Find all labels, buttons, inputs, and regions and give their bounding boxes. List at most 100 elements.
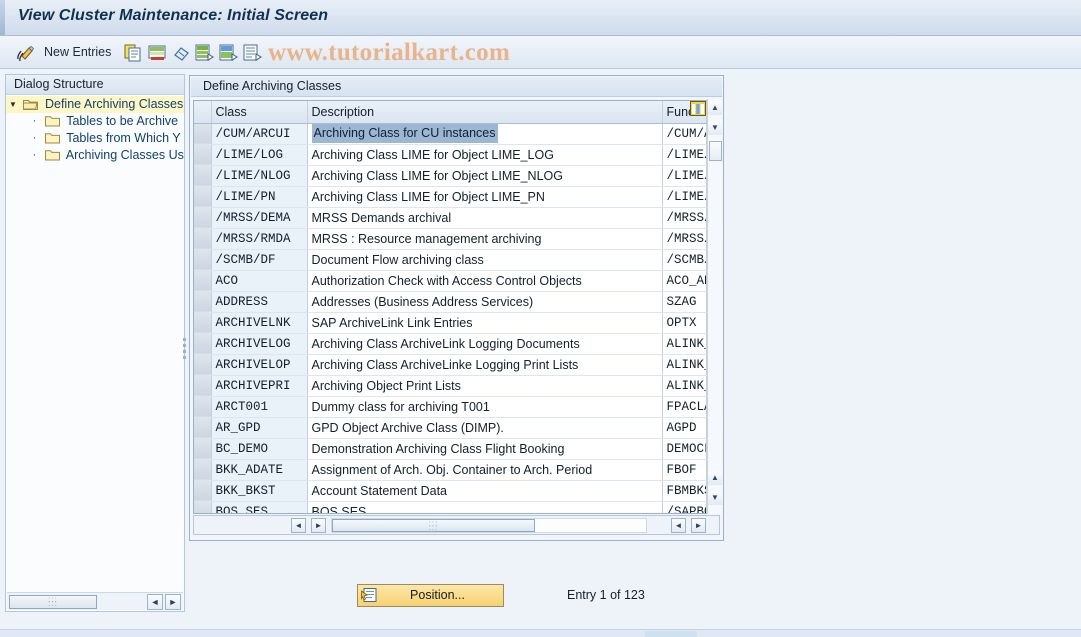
sidebar-scroll-thumb[interactable]: ::::::: [9, 595, 97, 609]
cell-function[interactable]: AGPD: [662, 417, 707, 439]
table-row[interactable]: ARCHIVELOP Archiving Class ArchiveLinke L…: [194, 354, 707, 376]
cell-function[interactable]: ALINK_PRI: [662, 375, 707, 397]
row-nav-next-button[interactable]: ►: [691, 518, 706, 533]
cell-function[interactable]: ACO_ARCHI: [662, 270, 707, 292]
row-select-cell[interactable]: [194, 396, 212, 418]
table-row[interactable]: ARCHIVELNK SAP ArchiveLink Link Entries OP…: [194, 312, 707, 334]
cell-description[interactable]: Archiving Class LIME for Object LIME_LOG: [307, 144, 663, 166]
sidebar-item-tables-to-be-archive[interactable]: · Tables to be Archive: [6, 113, 184, 130]
grid-scroll-page-up-button[interactable]: ▼: [708, 121, 722, 135]
cell-function[interactable]: /MRSS/RMD: [662, 228, 707, 250]
hscroll-track[interactable]: ::::::: [331, 518, 647, 533]
cell-function[interactable]: /MRSS/DEM: [662, 207, 707, 229]
variant-icon[interactable]: [241, 42, 263, 64]
hscroll-left-button[interactable]: ◄: [291, 518, 306, 533]
cell-description[interactable]: MRSS Demands archival: [307, 207, 663, 229]
row-select-cell[interactable]: [194, 144, 212, 166]
cell-class[interactable]: BOS_SES: [211, 501, 308, 513]
grid-scroll-page-down-button[interactable]: ▲: [708, 471, 722, 485]
table-row[interactable]: /MRSS/RMDA MRSS : Resource management arc…: [194, 228, 707, 250]
table-row[interactable]: BC_DEMO Demonstration Archiving Class Fli…: [194, 438, 707, 460]
cell-class[interactable]: ARCHIVELOG: [211, 333, 308, 355]
table-row[interactable]: /CUM/ARCUI Archiving Class for CU instanc…: [194, 123, 707, 145]
cell-function[interactable]: /LIME/ARC: [662, 186, 707, 208]
grid-scroll-down-button[interactable]: ▼: [708, 491, 722, 505]
row-select-cell[interactable]: [194, 186, 212, 208]
table-row[interactable]: /LIME/NLOG Archiving Class LIME for Objec…: [194, 165, 707, 187]
position-button[interactable]: Position...: [357, 584, 504, 607]
hscroll-right-button[interactable]: ►: [311, 518, 326, 533]
row-select-cell[interactable]: [194, 249, 212, 271]
grid-horizontal-scroll-row[interactable]: ◄ ► :::::: ◄ ►: [193, 515, 720, 535]
table-row[interactable]: ADDRESS Addresses (Business Address Servi…: [194, 291, 707, 313]
cell-class[interactable]: /MRSS/RMDA: [211, 228, 308, 250]
cell-function[interactable]: ALINK_LOG: [662, 333, 707, 355]
cell-function[interactable]: SZAG: [662, 291, 707, 313]
cell-description[interactable]: Archiving Class LIME for Object LIME_PN: [307, 186, 663, 208]
cell-description[interactable]: Demonstration Archiving Class Flight Boo…: [307, 438, 663, 460]
cell-class[interactable]: ARCHIVELOP: [211, 354, 308, 376]
delete-row-icon[interactable]: [146, 42, 168, 64]
sidebar-item-archiving-classes-use[interactable]: · Archiving Classes Use: [6, 147, 184, 164]
cell-description[interactable]: GPD Object Archive Class (DIMP).: [307, 417, 663, 439]
cell-function[interactable]: FBMBKSTAR: [662, 480, 707, 502]
cell-class[interactable]: /LIME/PN: [211, 186, 308, 208]
row-select-cell[interactable]: [194, 207, 212, 229]
cell-function[interactable]: /LIME/ARC: [662, 144, 707, 166]
table-row[interactable]: /LIME/PN Archiving Class LIME for Object …: [194, 186, 707, 208]
cell-description[interactable]: Archiving Object Print Lists: [307, 375, 663, 397]
sidebar-item-tables-from-which[interactable]: · Tables from Which Y: [6, 130, 184, 147]
table-row[interactable]: BKK_BKSTAccount Statement DataFBMBKSTAR: [194, 480, 707, 502]
cell-description[interactable]: Archiving Class ArchiveLinke Logging Pri…: [307, 354, 663, 376]
sidebar-scroll-right-button[interactable]: ►: [165, 594, 181, 610]
cell-description[interactable]: MRSS : Resource management archiving: [307, 228, 663, 250]
row-select-cell[interactable]: [194, 123, 212, 145]
cell-class[interactable]: /LIME/LOG: [211, 144, 308, 166]
row-select-cell[interactable]: [194, 165, 212, 187]
cell-description[interactable]: Addresses (Business Address Services): [307, 291, 663, 313]
sidebar-scroll-left-button[interactable]: ◄: [147, 594, 163, 610]
cell-description[interactable]: Archiving Class for CU instances: [307, 123, 663, 145]
deselect-all-icon[interactable]: [217, 42, 239, 64]
row-select-cell[interactable]: [194, 480, 212, 502]
row-select-cell[interactable]: [194, 501, 212, 513]
table-row[interactable]: /LIME/LOG Archiving Class LIME for Object…: [194, 144, 707, 166]
table-row[interactable]: AR_GPD GPD Object Archive Class (DIMP). AG…: [194, 417, 707, 439]
cell-class[interactable]: ADDRESS: [211, 291, 308, 313]
cell-function[interactable]: /SCMB/DF_: [662, 249, 707, 271]
row-select-cell[interactable]: [194, 438, 212, 460]
select-all-icon[interactable]: [193, 42, 215, 64]
table-row[interactable]: /MRSS/DEMAMRSS Demands archival/MRSS/DEM: [194, 207, 707, 229]
cell-class[interactable]: BC_DEMO: [211, 438, 308, 460]
table-row[interactable]: ARCT001 Dummy class for archiving T001 FPA…: [194, 396, 707, 418]
table-row[interactable]: BKK_ADATE Assignment of Arch. Obj. Contai…: [194, 459, 707, 481]
cell-description[interactable]: Authorization Check with Access Control …: [307, 270, 663, 292]
cell-description[interactable]: Document Flow archiving class: [307, 249, 663, 271]
cell-class[interactable]: ARCT001: [211, 396, 308, 418]
grid-scroll-up-button[interactable]: ▲: [708, 101, 722, 115]
row-select-cell[interactable]: [194, 354, 212, 376]
panel-splitter-handle[interactable]: [181, 335, 188, 377]
table-row[interactable]: ARCHIVELOG Archiving Class ArchiveLink Lo…: [194, 333, 707, 355]
table-row[interactable]: ARCHIVEPRI Archiving Object Print Lists AL…: [194, 375, 707, 397]
pencil-icon[interactable]: [14, 42, 36, 64]
cell-function[interactable]: DEMOCLASS: [662, 438, 707, 460]
row-select-cell[interactable]: [194, 333, 212, 355]
chevron-down-icon[interactable]: ▼: [6, 96, 20, 113]
cell-function[interactable]: ALINK_LOG: [662, 354, 707, 376]
cell-function[interactable]: FPACLAT00: [662, 396, 707, 418]
table-row[interactable]: BOS_SESBOS SES/SAPBOQ/S: [194, 501, 707, 513]
cell-class[interactable]: /SCMB/DF: [211, 249, 308, 271]
cell-class[interactable]: /LIME/NLOG: [211, 165, 308, 187]
hscroll-thumb[interactable]: ::::::: [332, 519, 535, 532]
cell-class[interactable]: ARCHIVELNK: [211, 312, 308, 334]
cell-class[interactable]: ACO: [211, 270, 308, 292]
cell-function[interactable]: /CUM/ARCU: [662, 123, 707, 145]
cell-description[interactable]: SAP ArchiveLink Link Entries: [307, 312, 663, 334]
row-select-cell[interactable]: [194, 417, 212, 439]
cell-function[interactable]: OPTX: [662, 312, 707, 334]
cell-description[interactable]: BOS SES: [307, 501, 663, 513]
sidebar-item-define-archiving-classes[interactable]: ▼ Define Archiving Classes: [6, 96, 184, 113]
table-row[interactable]: /SCMB/DF Document Flow archiving class/SC…: [194, 249, 707, 271]
cell-class[interactable]: /MRSS/DEMA: [211, 207, 308, 229]
